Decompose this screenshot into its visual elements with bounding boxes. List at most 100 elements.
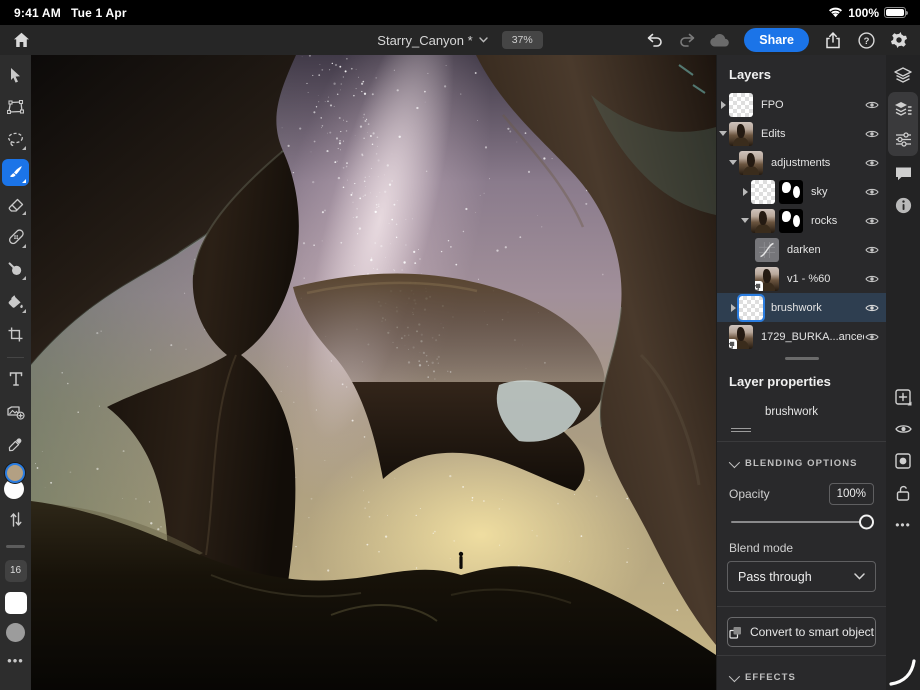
layer-visibility-button[interactable] <box>888 414 918 444</box>
properties-sliders-icon[interactable] <box>888 124 918 154</box>
canvas-image[interactable] <box>31 55 716 690</box>
document-title: Starry_Canyon * <box>377 33 472 48</box>
chevron-down-icon <box>729 456 740 467</box>
brush-opacity-indicator[interactable] <box>6 623 25 642</box>
visibility-eye-icon[interactable] <box>864 216 880 226</box>
disclosure-triangle[interactable] <box>727 304 739 312</box>
layer-row-fpo[interactable]: FPO <box>717 90 886 119</box>
redo-button[interactable] <box>674 28 700 52</box>
share-button[interactable]: Share <box>744 28 809 52</box>
disclosure-triangle[interactable] <box>727 160 739 165</box>
settings-gear-icon[interactable] <box>886 28 912 52</box>
smart-object-badge-icon <box>729 339 737 349</box>
layer-row-darken[interactable]: darken <box>717 235 886 264</box>
undo-button[interactable] <box>641 28 667 52</box>
visibility-eye-icon[interactable] <box>864 274 880 284</box>
layer-row-adjustments[interactable]: adjustments <box>717 148 886 177</box>
more-options-button[interactable]: ••• <box>888 510 918 540</box>
layer-mask-thumbnail[interactable] <box>779 180 803 204</box>
brush-tool[interactable] <box>2 159 29 186</box>
eyedropper-tool[interactable] <box>2 431 29 458</box>
layer-row-1729-burka[interactable]: 1729_BURKA...anced-NR33 <box>717 322 886 351</box>
blending-options-section[interactable]: BLENDING OPTIONS <box>717 450 886 477</box>
smart-object-icon <box>729 626 742 639</box>
layers-detail-view-icon[interactable] <box>888 94 918 124</box>
visibility-eye-icon[interactable] <box>864 100 880 110</box>
document-title-menu[interactable]: Starry_Canyon * <box>377 33 487 48</box>
disclosure-triangle[interactable] <box>739 188 751 196</box>
transform-tool[interactable] <box>2 94 29 121</box>
layer-row-brushwork[interactable]: brushwork <box>717 293 886 322</box>
person-silhouette <box>459 552 463 569</box>
layer-thumbnail[interactable] <box>751 209 775 233</box>
layer-row-v1[interactable]: v1 - %60 <box>717 264 886 293</box>
crop-tool[interactable] <box>2 321 29 348</box>
heal-tool[interactable] <box>2 224 29 251</box>
foreground-color-well[interactable] <box>5 463 25 483</box>
smart-object-thumbnail[interactable] <box>755 267 779 291</box>
type-tool[interactable] <box>2 366 29 393</box>
smart-object-badge-icon <box>755 281 763 291</box>
zoom-level-badge[interactable]: 37% <box>502 31 543 49</box>
layer-mask-button[interactable] <box>888 446 918 476</box>
cloud-sync-icon[interactable] <box>707 28 733 52</box>
move-tool[interactable] <box>2 61 29 88</box>
brush-size-indicator[interactable]: 16 <box>5 560 27 582</box>
swap-colors-button[interactable] <box>2 509 29 529</box>
visibility-eye-icon[interactable] <box>864 245 880 255</box>
layer-thumbnail[interactable] <box>751 180 775 204</box>
effects-section[interactable]: EFFECTS <box>717 664 886 690</box>
rail-drag-handle[interactable] <box>6 545 25 548</box>
lasso-tool[interactable] <box>2 126 29 153</box>
place-photo-tool[interactable] <box>2 398 29 425</box>
layer-thumbnail[interactable] <box>729 122 753 146</box>
layer-row-edits[interactable]: Edits <box>717 119 886 148</box>
visibility-eye-icon[interactable] <box>864 303 880 313</box>
fill-tool[interactable] <box>2 289 29 316</box>
visibility-eye-icon[interactable] <box>864 332 880 342</box>
convert-to-smart-object-button[interactable]: Convert to smart object <box>727 617 876 647</box>
layer-thumbnail[interactable] <box>739 151 763 175</box>
help-button[interactable]: ? <box>853 28 879 52</box>
comments-icon[interactable] <box>888 158 918 188</box>
eraser-tool[interactable] <box>2 191 29 218</box>
add-layer-button[interactable] <box>888 382 918 412</box>
layer-row-sky[interactable]: sky <box>717 177 886 206</box>
layer-mask-thumbnail[interactable] <box>779 209 803 233</box>
curves-adjustment-thumbnail[interactable] <box>755 238 779 262</box>
corner-flourish <box>888 658 916 686</box>
lock-layer-button[interactable] <box>888 478 918 508</box>
photoshop-ipad-app: 9:41 AM Tue 1 Apr 100% Starry_Canyon * 3… <box>0 0 920 690</box>
panel-drag-handle[interactable] <box>785 357 819 360</box>
visibility-eye-icon[interactable] <box>864 158 880 168</box>
opacity-slider-knob[interactable] <box>859 515 874 530</box>
layer-thumbnail[interactable] <box>739 296 763 320</box>
battery-icon <box>884 7 906 18</box>
wifi-icon <box>828 7 843 18</box>
blend-mode-select[interactable]: Pass through <box>727 561 876 592</box>
blend-mode-label: Blend mode <box>717 529 886 561</box>
brush-color-swatch[interactable] <box>5 592 27 614</box>
battery-percent: 100% <box>848 6 879 20</box>
opacity-slider[interactable] <box>731 521 872 523</box>
opacity-value-field[interactable]: 100% <box>829 483 874 505</box>
layer-thumbnail[interactable] <box>729 93 753 117</box>
disclosure-triangle[interactable] <box>717 131 729 136</box>
layers-view-icon[interactable] <box>888 60 918 90</box>
chevron-down-icon <box>479 37 488 43</box>
layer-row-rocks[interactable]: rocks <box>717 206 886 235</box>
info-icon[interactable] <box>888 190 918 220</box>
disclosure-triangle[interactable] <box>717 101 729 109</box>
color-wells[interactable] <box>2 463 29 503</box>
export-icon[interactable] <box>820 28 846 52</box>
home-button[interactable] <box>8 28 34 52</box>
rail-more-button[interactable]: ••• <box>7 653 24 668</box>
svg-text:?: ? <box>863 36 869 47</box>
layer-properties-row: brushwork <box>717 397 886 433</box>
smart-object-thumbnail[interactable] <box>729 325 753 349</box>
disclosure-triangle[interactable] <box>739 218 751 223</box>
dodge-burn-tool[interactable] <box>2 256 29 283</box>
visibility-eye-icon[interactable] <box>864 187 880 197</box>
visibility-eye-icon[interactable] <box>864 129 880 139</box>
selected-layer-name: brushwork <box>765 406 818 418</box>
